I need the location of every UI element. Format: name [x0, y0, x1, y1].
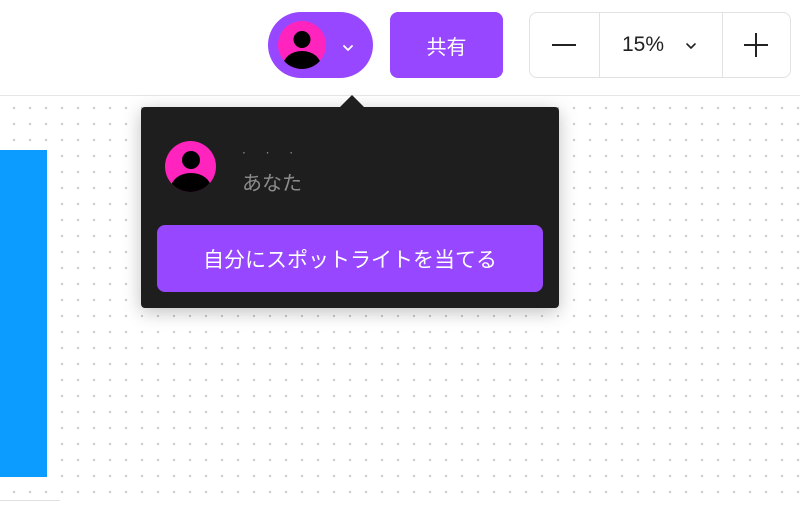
chevron-down-icon: [686, 43, 696, 49]
chevron-down-icon: [343, 45, 353, 51]
top-toolbar: 共有 15%: [0, 0, 800, 96]
app-window: 共有 15% · · · あなた 自分にスポットライトを当てる: [0, 0, 800, 505]
minus-icon: [552, 44, 576, 46]
user-avatar-icon: [278, 21, 326, 69]
plus-icon: [744, 33, 768, 57]
canvas-frame[interactable]: [0, 150, 47, 477]
user-name: · · ·: [242, 146, 302, 160]
current-user-button[interactable]: [268, 12, 373, 78]
spotlight-me-button[interactable]: 自分にスポットライトを当てる: [157, 225, 543, 292]
user-popover: · · · あなた 自分にスポットライトを当てる: [141, 95, 559, 308]
zoom-in-button[interactable]: [723, 13, 790, 77]
zoom-level-value: 15%: [622, 33, 665, 56]
user-avatar-icon: [165, 141, 216, 192]
zoom-level-dropdown[interactable]: 15%: [600, 13, 723, 77]
you-label: あなた: [242, 171, 302, 195]
share-button[interactable]: 共有: [390, 12, 503, 78]
zoom-controls: 15%: [529, 12, 791, 78]
zoom-out-button[interactable]: [530, 13, 600, 77]
canvas-divider: [0, 500, 60, 501]
popover-arrow: [340, 95, 364, 107]
